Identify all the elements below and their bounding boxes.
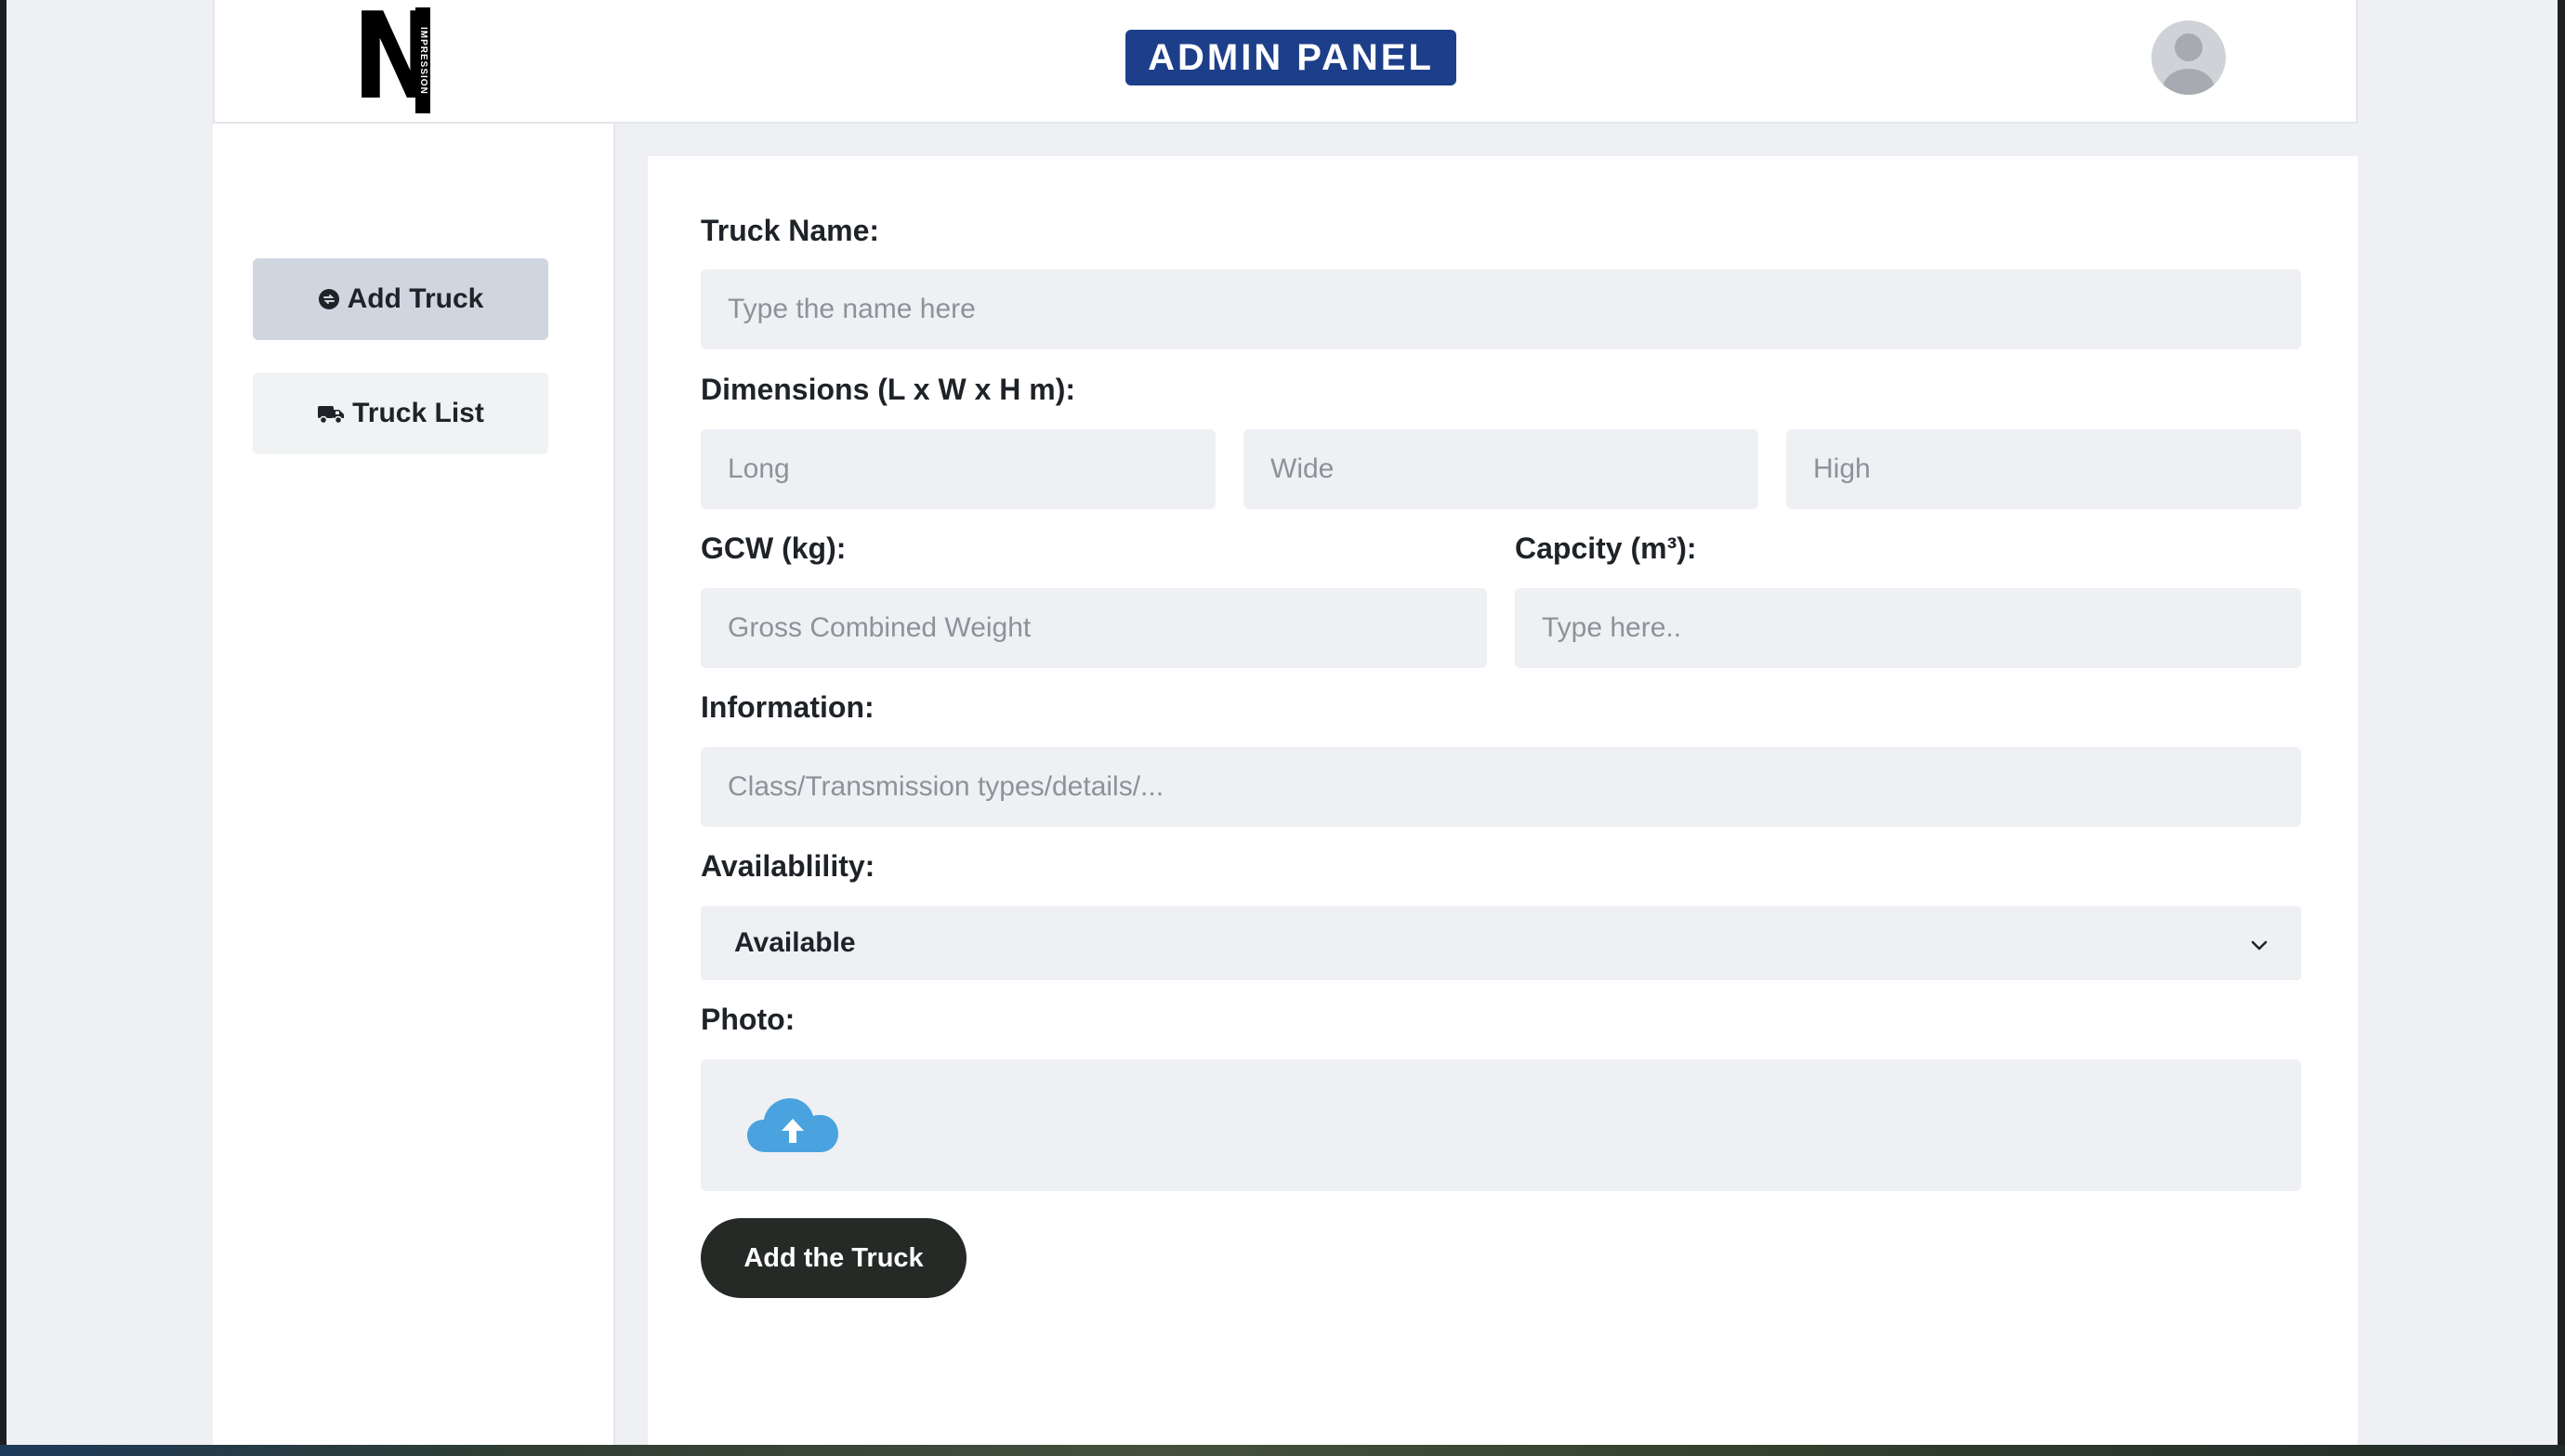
information-input[interactable] [701,747,2301,827]
width-input[interactable] [1243,429,1758,509]
add-truck-form: Truck Name: Dimensions (L x W x H m): GC… [648,156,2358,1445]
page: N IMPRESSION ADMIN PANEL Add Truck Truck… [7,0,2558,1445]
photo-upload-area[interactable] [701,1059,2301,1191]
truck-name-label: Truck Name: [701,214,880,247]
user-avatar[interactable] [2151,20,2226,95]
capacity-input[interactable] [1515,588,2301,668]
sidebar-item-label: Add Truck [347,283,484,314]
sidebar-item-add-truck[interactable]: Add Truck [253,258,548,340]
height-input[interactable] [1786,429,2301,509]
add-the-truck-button[interactable]: Add the Truck [701,1218,967,1298]
gcw-label: GCW (kg): [701,531,847,565]
truck-icon [317,402,345,425]
gcw-input[interactable] [701,588,1487,668]
dimensions-label: Dimensions (L x W x H m): [701,373,1076,406]
information-label: Information: [701,690,875,724]
desktop-background-strip [0,1445,2565,1456]
availability-select[interactable]: Available [701,906,2301,980]
availability-label: Availablility: [701,849,875,883]
sidebar: Add Truck Truck List [213,124,615,1445]
cloud-upload-icon[interactable] [747,1098,838,1154]
avatar-head-shape [2175,33,2203,61]
avatar-body-shape [2163,69,2215,95]
top-header: N IMPRESSION ADMIN PANEL [213,0,2358,124]
availability-selected-value: Available [734,927,856,958]
brand-logo[interactable]: N IMPRESSION [352,0,438,117]
circle-plus-icon [318,288,340,310]
chevron-down-icon [2251,927,2268,959]
page-title: ADMIN PANEL [1125,30,1456,85]
window-left-edge [0,0,7,1456]
sidebar-item-label: Truck List [352,398,484,428]
sidebar-item-truck-list[interactable]: Truck List [253,373,548,454]
logo-vertical-text: IMPRESSION [418,26,428,95]
truck-name-input[interactable] [701,269,2301,349]
length-input[interactable] [701,429,1216,509]
capacity-label: Capcity (m³): [1515,531,1697,565]
window-right-edge [2558,0,2565,1456]
photo-label: Photo: [701,1003,796,1036]
